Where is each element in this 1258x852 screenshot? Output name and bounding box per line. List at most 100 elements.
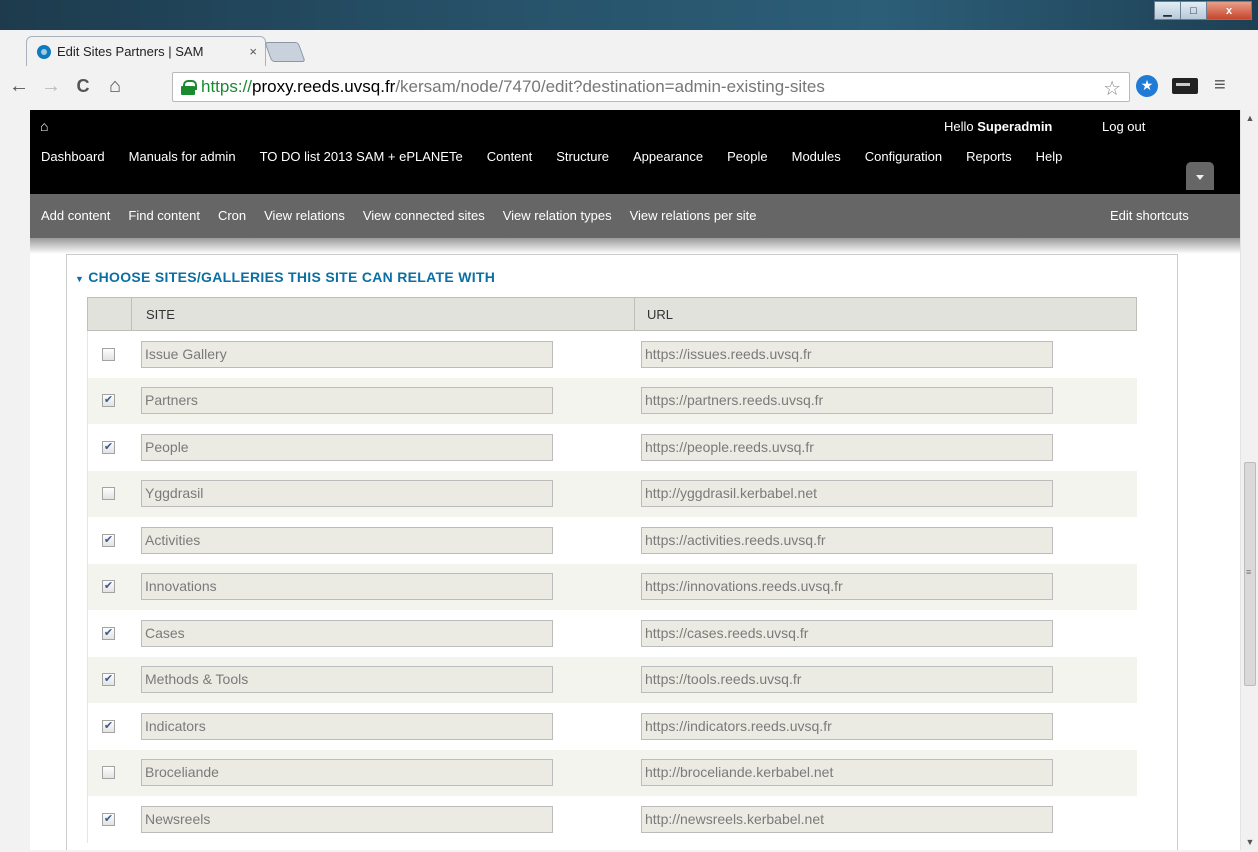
site-checkbox[interactable]: ✔ (102, 580, 115, 594)
shortcut-view-connected-sites[interactable]: View connected sites (363, 208, 485, 223)
window-controls: ▁ □ x (1154, 1, 1252, 21)
site-url-field[interactable]: https://partners.reeds.uvsq.fr (641, 387, 1053, 415)
shortcut-view-relations[interactable]: View relations (264, 208, 345, 223)
user-name-link[interactable]: Superadmin (977, 119, 1052, 134)
admin-menu-structure[interactable]: Structure (556, 144, 609, 169)
site-url-field[interactable]: https://people.reeds.uvsq.fr (641, 433, 1053, 461)
admin-menu-manuals[interactable]: Manuals for admin (129, 144, 236, 169)
site-checkbox[interactable] (102, 487, 115, 501)
bookmark-star-icon[interactable]: ☆ (1103, 76, 1121, 101)
site-url-field[interactable]: https://issues.reeds.uvsq.fr (641, 340, 1053, 368)
site-name-field[interactable]: Partners (141, 387, 553, 415)
site-checkbox[interactable]: ✔ (102, 719, 115, 733)
site-checkbox[interactable]: ✔ (102, 812, 115, 826)
shortcut-cron[interactable]: Cron (218, 208, 246, 223)
table-row: Issue Gallery https://issues.reeds.uvsq.f… (87, 331, 1137, 378)
table-row: ✔ People https://people.reeds.uvsq.fr (87, 424, 1137, 471)
new-tab-button[interactable] (264, 42, 306, 62)
shortcut-view-relations-per-site[interactable]: View relations per site (630, 208, 757, 223)
logout-link[interactable]: Log out (1102, 119, 1145, 134)
shortcut-view-relation-types[interactable]: View relation types (503, 208, 612, 223)
site-checkbox[interactable] (102, 766, 115, 780)
admin-menu: Dashboard Manuals for admin TO DO list 2… (41, 144, 1131, 169)
sites-fieldset: ▼ CHOOSE SITES/GALLERIES THIS SITE CAN RE… (66, 254, 1178, 850)
site-url-field[interactable]: https://cases.reeds.uvsq.fr (641, 619, 1053, 647)
minimize-button[interactable]: ▁ (1154, 1, 1181, 20)
table-row: ✔ Partners https://partners.reeds.uvsq.fr (87, 377, 1137, 424)
site-name-field[interactable]: Indicators (141, 712, 553, 740)
page-viewport: ⌂ Hello Superadmin Log out Dashboard Man… (30, 110, 1258, 850)
shortcut-find-content[interactable]: Find content (128, 208, 200, 223)
forward-arrow-icon[interactable]: → (38, 75, 64, 98)
site-checkbox[interactable]: ✔ (102, 673, 115, 687)
admin-menu-help[interactable]: Help (1036, 144, 1063, 169)
shortcut-add-content[interactable]: Add content (41, 208, 110, 223)
admin-home-icon[interactable]: ⌂ (40, 118, 48, 134)
tab-active[interactable]: Edit Sites Partners | SAM × (26, 36, 266, 66)
lock-icon (181, 80, 197, 95)
vertical-scrollbar[interactable]: ▲ ≡ ▼ (1240, 110, 1258, 850)
admin-toolbar: ⌂ Hello Superadmin Log out Dashboard Man… (30, 110, 1240, 194)
fieldset-legend-text: CHOOSE SITES/GALLERIES THIS SITE CAN REL… (88, 269, 496, 285)
close-window-button[interactable]: x (1206, 1, 1252, 20)
site-name-field[interactable]: Broceliande (141, 759, 553, 787)
admin-menu-dashboard[interactable]: Dashboard (41, 144, 105, 169)
scroll-down-arrow-icon[interactable]: ▼ (1241, 834, 1258, 850)
site-name-field[interactable]: Yggdrasil (141, 480, 553, 508)
table-body: Issue Gallery https://issues.reeds.uvsq.f… (87, 331, 1137, 843)
admin-menu-reports[interactable]: Reports (966, 144, 1012, 169)
table-row: ✔ Activities https://activities.reeds.uvsq… (87, 517, 1137, 564)
fieldset-legend[interactable]: ▼ CHOOSE SITES/GALLERIES THIS SITE CAN RE… (75, 269, 495, 285)
admin-menu-people[interactable]: People (727, 144, 767, 169)
site-url-field[interactable]: http://newsreels.kerbabel.net (641, 805, 1053, 833)
admin-menu-content[interactable]: Content (487, 144, 533, 169)
header-url: URL (647, 307, 674, 322)
table-row: Yggdrasil http://yggdrasil.kerbabel.net (87, 470, 1137, 517)
url-host: proxy.reeds.uvsq.fr (252, 77, 396, 96)
site-url-field[interactable]: https://activities.reeds.uvsq.fr (641, 526, 1053, 554)
browser-menu-icon[interactable]: ≡ (1214, 74, 1226, 97)
scroll-up-arrow-icon[interactable]: ▲ (1241, 110, 1258, 126)
site-name-field[interactable]: Newsreels (141, 805, 553, 833)
admin-menu-modules[interactable]: Modules (792, 144, 841, 169)
site-url-field[interactable]: http://yggdrasil.kerbabel.net (641, 480, 1053, 508)
table-row: ✔ Cases https://cases.reeds.uvsq.fr (87, 610, 1137, 657)
sites-table: SITE URL Issue Gallery https://issues.ree… (87, 297, 1137, 843)
extensions-area: ★ ≡ (1136, 74, 1226, 97)
site-checkbox[interactable]: ✔ (102, 626, 115, 640)
admin-menu-todo-list[interactable]: TO DO list 2013 SAM + ePLANETe (260, 144, 463, 169)
site-url-field[interactable]: https://tools.reeds.uvsq.fr (641, 666, 1053, 694)
edit-shortcuts-link[interactable]: Edit shortcuts (1110, 208, 1189, 223)
site-url-field[interactable]: https://indicators.reeds.uvsq.fr (641, 712, 1053, 740)
tab-title: Edit Sites Partners | SAM (57, 44, 204, 59)
user-greeting: Hello Superadmin (944, 119, 1052, 134)
reload-icon[interactable]: C (70, 76, 96, 97)
tab-close-icon[interactable]: × (249, 44, 257, 59)
scroll-thumb[interactable]: ≡ (1244, 462, 1256, 686)
admin-menu-appearance[interactable]: Appearance (633, 144, 703, 169)
extension-card-icon[interactable] (1172, 77, 1198, 94)
site-url-field[interactable]: https://innovations.reeds.uvsq.fr (641, 573, 1053, 601)
site-name-field[interactable]: Innovations (141, 573, 553, 601)
site-name-field[interactable]: Issue Gallery (141, 340, 553, 368)
site-name-field[interactable]: Cases (141, 619, 553, 647)
home-icon[interactable]: ⌂ (102, 75, 128, 98)
table-row: ✔ Newsreels http://newsreels.kerbabel.net (87, 796, 1137, 843)
address-bar[interactable]: https://proxy.reeds.uvsq.fr/kersam/node/… (172, 72, 1130, 102)
site-url-field[interactable]: http://broceliande.kerbabel.net (641, 759, 1053, 787)
site-checkbox[interactable]: ✔ (102, 440, 115, 454)
extension-star-icon[interactable]: ★ (1136, 74, 1158, 97)
url-scheme: https:// (201, 77, 253, 96)
site-checkbox[interactable]: ✔ (102, 394, 115, 408)
shortcuts-toggle-button[interactable] (1186, 162, 1214, 190)
admin-menu-configuration[interactable]: Configuration (865, 144, 942, 169)
maximize-button[interactable]: □ (1180, 1, 1207, 20)
back-arrow-icon[interactable]: ← (6, 75, 32, 98)
site-checkbox[interactable]: ✔ (102, 533, 115, 547)
site-checkbox[interactable] (102, 347, 115, 361)
site-name-field[interactable]: People (141, 433, 553, 461)
collapse-triangle-icon[interactable]: ▼ (75, 274, 84, 284)
site-name-field[interactable]: Activities (141, 526, 553, 554)
table-row: ✔ Methods & Tools https://tools.reeds.uvsq… (87, 656, 1137, 703)
site-name-field[interactable]: Methods & Tools (141, 666, 553, 694)
